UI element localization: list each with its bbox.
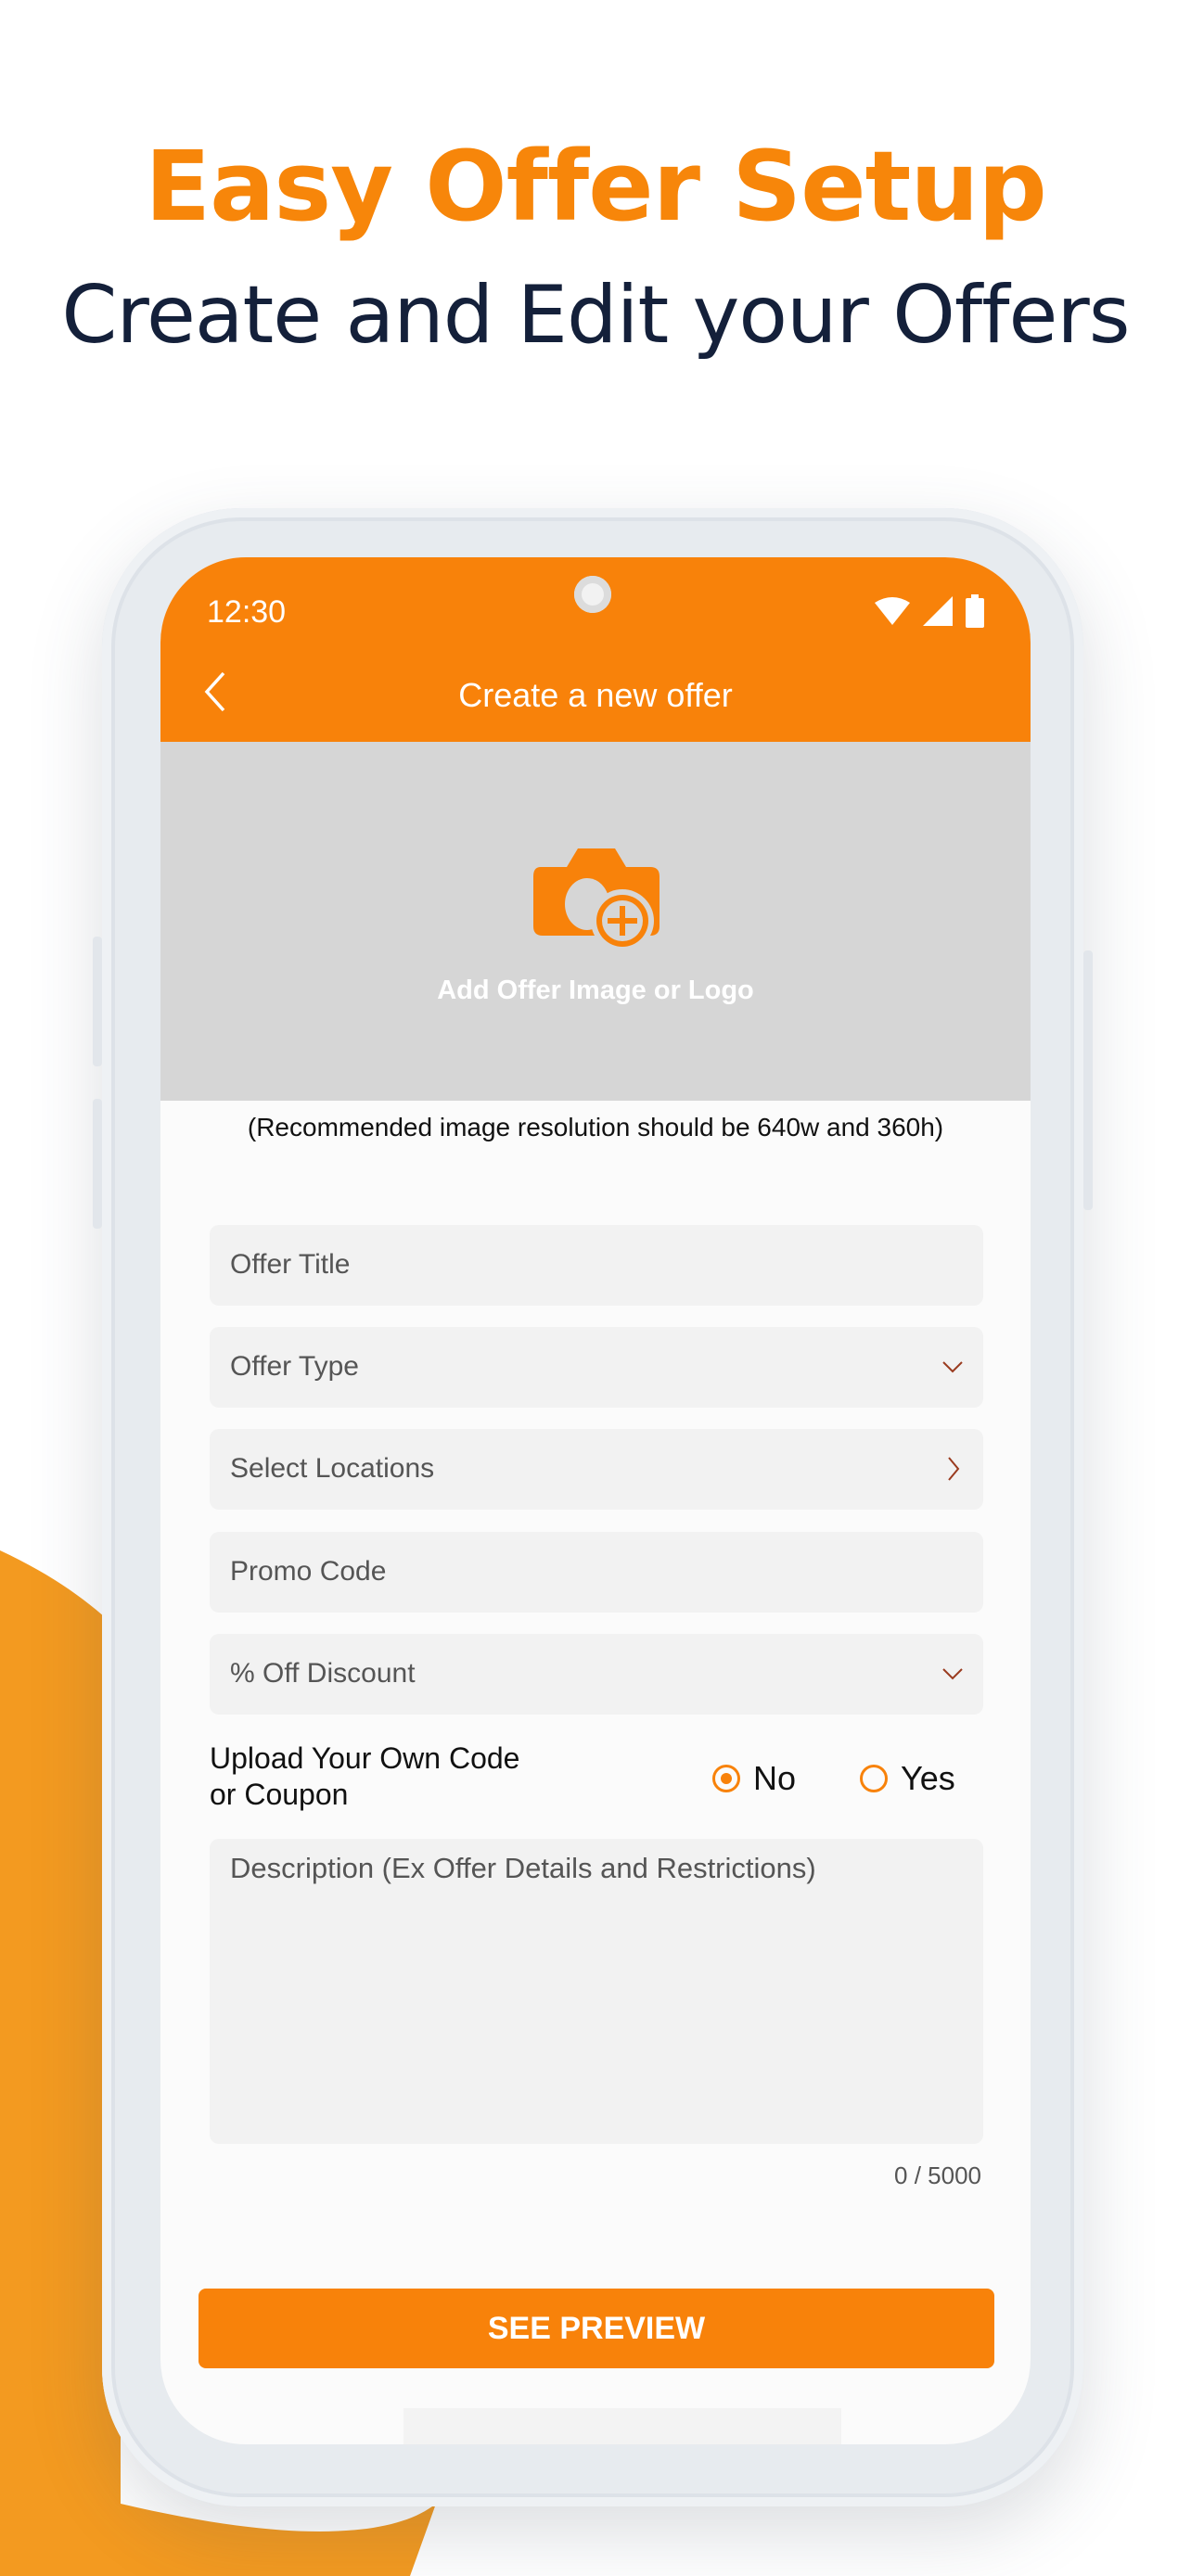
- select-locations-field[interactable]: Select Locations: [210, 1429, 983, 1510]
- promo-code-input[interactable]: Promo Code: [210, 1532, 983, 1613]
- front-camera: [574, 576, 611, 613]
- image-upload-area[interactable]: Add Offer Image or Logo: [160, 742, 1031, 1101]
- wifi-icon: [875, 597, 910, 625]
- discount-dropdown[interactable]: % Off Discount: [210, 1634, 983, 1715]
- select-locations-placeholder: Select Locations: [230, 1453, 435, 1484]
- phone-screen: 12:30 Create a new offer Add Offer Image…: [160, 557, 1031, 2444]
- promo-code-placeholder: Promo Code: [230, 1556, 387, 1587]
- signal-icon: [923, 596, 953, 626]
- phone-side-button: [93, 937, 102, 1066]
- upload-code-label: Upload Your Own Code or Coupon: [210, 1741, 519, 1813]
- camera-add-icon: [533, 848, 660, 952]
- offer-title-input[interactable]: Offer Title: [210, 1225, 983, 1306]
- image-resolution-hint: (Recommended image resolution should be …: [247, 1113, 944, 1141]
- upload-code-label-line1: Upload Your Own Code: [210, 1741, 520, 1775]
- promo-subheadline: Create and Edit your Offers: [61, 269, 1130, 362]
- radio-selected-icon[interactable]: [712, 1765, 740, 1792]
- phone-side-button: [1083, 950, 1093, 1210]
- offer-type-dropdown[interactable]: Offer Type: [210, 1327, 983, 1408]
- upload-code-label-line2: or Coupon: [210, 1778, 349, 1811]
- radio-yes[interactable]: Yes: [860, 1759, 955, 1798]
- discount-placeholder: % Off Discount: [230, 1658, 416, 1689]
- offer-type-placeholder: Offer Type: [230, 1351, 359, 1382]
- character-counter: 0 / 5000: [894, 2162, 981, 2189]
- offer-title-placeholder: Offer Title: [230, 1249, 351, 1280]
- chevron-right-icon: [948, 1457, 960, 1481]
- radio-yes-label: Yes: [901, 1759, 955, 1797]
- description-textarea[interactable]: Description (Ex Offer Details and Restri…: [210, 1839, 983, 2144]
- radio-no-label: No: [753, 1759, 797, 1797]
- status-time: 12:30: [207, 594, 287, 630]
- radio-no[interactable]: No: [712, 1759, 796, 1798]
- app-bar: 12:30 Create a new offer: [160, 557, 1031, 742]
- chevron-down-icon: [942, 1361, 963, 1373]
- home-indicator: [403, 2408, 841, 2444]
- radio-unselected-icon[interactable]: [860, 1765, 888, 1792]
- promo-headline: Easy Offer Setup: [145, 130, 1047, 243]
- chevron-down-icon: [942, 1668, 963, 1680]
- description-placeholder: Description (Ex Offer Details and Restri…: [230, 1852, 816, 1884]
- image-upload-label: Add Offer Image or Logo: [437, 976, 754, 1005]
- page-title: Create a new offer: [458, 676, 733, 714]
- battery-icon: [966, 594, 984, 628]
- phone-side-button: [93, 1099, 102, 1229]
- see-preview-button[interactable]: SEE PREVIEW: [198, 2289, 994, 2368]
- status-icons: [875, 594, 984, 628]
